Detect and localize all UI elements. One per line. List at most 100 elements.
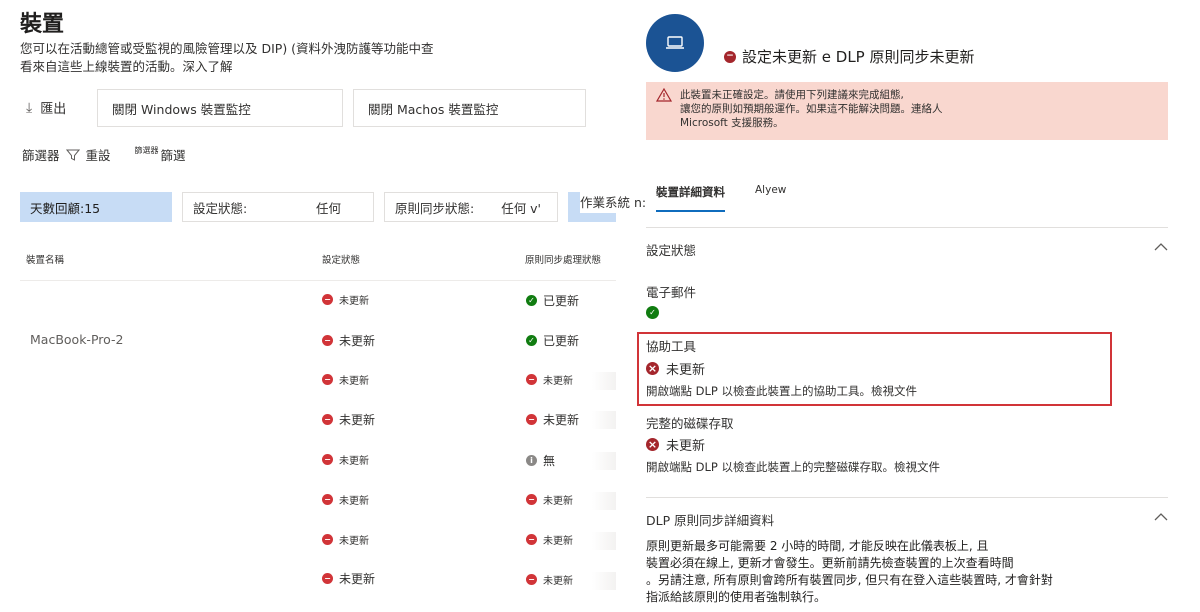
- cell-fade: [592, 492, 616, 510]
- config-status-filter-value: 任何: [315, 200, 341, 216]
- table-row-config: 未更新: [322, 332, 375, 349]
- error-icon: [724, 50, 736, 63]
- filter-small-label: 篩選器: [134, 146, 159, 155]
- config-status-filter-label: 設定狀態:: [193, 200, 248, 216]
- device-detail-panel: 設定未更新 e DLP 原則同步未更新 此裝置未正確設定。請使用下列建議來完成組…: [616, 0, 1200, 612]
- table-row-config: 未更新: [322, 570, 375, 587]
- config-status-text: 未更新: [339, 496, 369, 507]
- policy-status-text: 無: [543, 454, 556, 468]
- table-row-config: 未更新: [322, 372, 369, 387]
- device-avatar: [646, 14, 704, 72]
- chevron-up-icon[interactable]: [1154, 242, 1168, 252]
- email-item-title: 電子郵件: [646, 285, 697, 300]
- sync-section-header[interactable]: DLP 原則同步詳細資料: [646, 510, 774, 529]
- tab-device-details[interactable]: 裝置詳細資料: [656, 184, 725, 212]
- filter-small-button[interactable]: 篩選: [161, 145, 186, 164]
- warning-line-1: 此裝置未正確設定。請使用下列建議來完成組態,: [680, 89, 904, 101]
- email-status: [646, 306, 659, 319]
- tabs-divider: [646, 227, 1168, 228]
- checkmark-icon: [526, 335, 537, 346]
- column-header-config-status[interactable]: 設定狀態: [322, 252, 360, 266]
- policy-status-text: 已更新: [543, 334, 580, 348]
- app-root: 裝置 您可以在活動總管或受監視的風險管理以及 DIP) (資料外洩防護等功能中查…: [0, 0, 1200, 612]
- column-header-device-name[interactable]: 裝置名稱: [26, 252, 64, 266]
- cell-fade: [592, 532, 616, 550]
- table-row-policy: 未更新: [526, 411, 579, 428]
- cell-fade: [592, 452, 616, 470]
- windows-monitor-label: 關閉 Windows 裝置監控: [112, 101, 251, 117]
- panel-title-text: 設定未更新 e DLP 原則同步未更新: [742, 48, 975, 66]
- table-row-config: 未更新: [322, 292, 369, 307]
- config-status-text: 未更新: [339, 456, 369, 467]
- warning-icon: [656, 88, 672, 102]
- policy-status-text: 未更新: [543, 496, 573, 507]
- export-button[interactable]: ⤓ 匯出: [26, 98, 67, 118]
- table-row-policy: 無: [526, 452, 555, 469]
- not-updated-icon: [322, 294, 333, 305]
- not-updated-icon: [322, 335, 333, 346]
- filter-label[interactable]: 篩選器: [22, 145, 60, 164]
- assist-status: 未更新: [646, 359, 705, 378]
- windows-monitor-button[interactable]: 關閉 Windows 裝置監控: [97, 89, 343, 127]
- sync-line-4: 指派給該原則的使用者強制執行。: [646, 590, 827, 604]
- days-lookback-chip[interactable]: 天數回顧:15: [20, 192, 172, 222]
- error-x-icon: [646, 438, 659, 451]
- policy-status-text: 未更新: [543, 576, 573, 587]
- not-updated-icon: [526, 414, 537, 425]
- export-label: 匯出: [40, 102, 67, 117]
- cell-fade: [592, 572, 616, 590]
- sync-line-2: 裝置必須在線上, 更新才會發生。更新前請先檢查裝置的上次查看時間: [646, 556, 1014, 570]
- tab-alyew[interactable]: Alyew: [755, 184, 786, 212]
- assist-item-title: 協助工具: [646, 339, 697, 354]
- policy-status-text: 未更新: [543, 413, 580, 427]
- reset-button[interactable]: 重設: [86, 145, 111, 164]
- not-updated-icon: [526, 574, 537, 585]
- policy-sync-filter[interactable]: 原則同步狀態: 任何 v': [384, 192, 558, 222]
- policy-sync-filter-label: 原則同步狀態:: [395, 200, 475, 216]
- page-description: 您可以在活動總管或受監視的風險管理以及 DIP) (資料外洩防護等功能中查看來自…: [20, 41, 434, 74]
- filter-icon[interactable]: [65, 148, 80, 162]
- table-row-config: 未更新: [322, 492, 369, 507]
- config-status-filter[interactable]: 設定狀態: 任何: [182, 192, 374, 222]
- config-status-text: 未更新: [339, 334, 376, 348]
- table-row-policy: 未更新: [526, 572, 573, 587]
- error-x-icon: [646, 362, 659, 375]
- os-filter-label[interactable]: 作業系統 n:: [580, 190, 647, 213]
- table-row-config: 未更新: [322, 452, 369, 467]
- device-name-cell[interactable]: MacBook-Pro-2: [30, 332, 123, 347]
- checkmark-icon: [646, 306, 659, 319]
- assist-description[interactable]: 開啟端點 DLP 以檢查此裝置上的協助工具。檢視文件: [646, 383, 917, 399]
- warning-line-3: Microsoft 支援服務。: [680, 117, 784, 129]
- table-row-policy: 已更新: [526, 292, 579, 309]
- section-divider: [646, 497, 1168, 498]
- assist-status-text: 未更新: [666, 363, 706, 378]
- cell-fade: [592, 372, 616, 390]
- not-updated-icon: [526, 494, 537, 505]
- disk-description[interactable]: 開啟端點 DLP 以檢查此裝置上的完整磁碟存取。檢視文件: [646, 459, 940, 475]
- not-updated-icon: [526, 374, 537, 385]
- table-row-policy: 未更新: [526, 492, 573, 507]
- config-status-text: 未更新: [339, 536, 369, 547]
- table-row-config: 未更新: [322, 532, 369, 547]
- panel-title: 設定未更新 e DLP 原則同步未更新: [724, 46, 975, 67]
- sync-line-3: 。另請注意, 所有原則會跨所有裝置同步, 但只有在登入這些裝置時, 才會針對: [646, 573, 1053, 587]
- policy-sync-filter-value: 任何 v': [501, 200, 541, 216]
- disk-item-title: 完整的磁碟存取: [646, 416, 734, 431]
- warning-banner: 此裝置未正確設定。請使用下列建議來完成組態, 讓您的原則如預期般運作。如果這不能…: [646, 82, 1168, 140]
- column-header-policy-sync[interactable]: 原則同步處理狀態: [525, 252, 601, 266]
- config-status-text: 未更新: [339, 572, 376, 586]
- checkmark-icon: [526, 295, 537, 306]
- config-section-header[interactable]: 設定狀態: [646, 240, 696, 259]
- table-row-policy: 已更新: [526, 332, 579, 349]
- macos-monitor-button[interactable]: 關閉 Machos 裝置監控: [353, 89, 586, 127]
- policy-status-text: 未更新: [543, 536, 573, 547]
- info-icon: [526, 455, 537, 466]
- chevron-up-icon[interactable]: [1154, 512, 1168, 522]
- laptop-icon: [666, 36, 684, 49]
- not-updated-icon: [526, 534, 537, 545]
- table-row-policy: 未更新: [526, 532, 573, 547]
- not-updated-icon: [322, 374, 333, 385]
- disk-status-text: 未更新: [666, 439, 706, 454]
- not-updated-icon: [322, 494, 333, 505]
- config-status-text: 未更新: [339, 413, 376, 427]
